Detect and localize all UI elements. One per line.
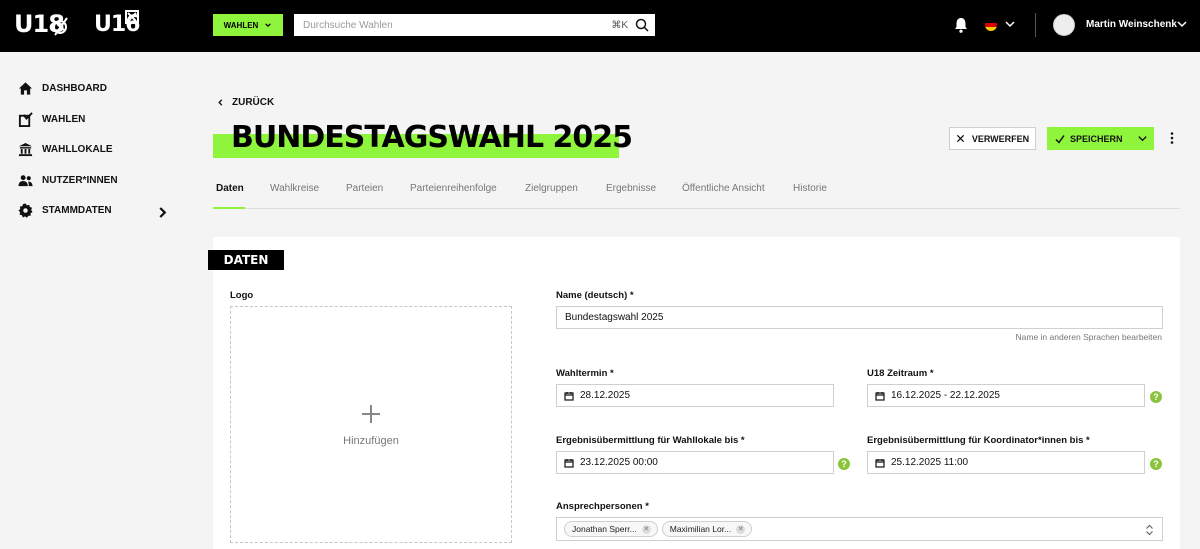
save-button-group: SPEICHERN (1047, 127, 1154, 150)
sidebar-item-label: NUTZER*INNEN (42, 174, 118, 186)
elections-dropdown-button[interactable]: WAHLEN (213, 14, 283, 36)
tab-zielgruppen[interactable]: Zielgruppen (525, 183, 578, 194)
tab-parteienreihenfolge[interactable]: Parteienreihenfolge (410, 183, 497, 194)
name-input[interactable] (556, 306, 1163, 329)
remove-chip-icon[interactable]: ✕ (736, 524, 746, 534)
logo-label: Logo (230, 290, 254, 301)
bell-icon[interactable] (953, 16, 969, 34)
flag-de-icon[interactable] (985, 19, 997, 31)
name-label: Name (deutsch) * (556, 290, 634, 301)
result-polling-station-value: 23.12.2025 00:00 (580, 457, 658, 468)
chevron-down-icon[interactable] (1004, 18, 1016, 30)
result-coordinator-input[interactable]: 25.12.2025 11:00 (867, 451, 1145, 474)
contacts-label: Ansprechpersonen * (556, 501, 649, 512)
chevron-updown-icon[interactable] (1145, 524, 1154, 536)
u18-logo[interactable]: U18 (14, 10, 68, 38)
section-title: DATEN (208, 250, 284, 270)
tab-daten[interactable]: Daten (216, 183, 244, 194)
tab-ergebnisse[interactable]: Ergebnisse (606, 183, 656, 194)
more-options-icon[interactable] (1166, 131, 1178, 145)
sidebar-item-label: DASHBOARD (42, 82, 107, 94)
u18-period-value: 16.12.2025 - 22.12.2025 (891, 390, 1000, 401)
result-polling-station-label: Ergebnisübermittlung für Wahllokale bis … (556, 435, 745, 446)
save-options-button[interactable] (1130, 127, 1154, 150)
search-icon[interactable] (634, 17, 650, 33)
save-button[interactable]: SPEICHERN (1047, 127, 1130, 150)
home-icon (18, 81, 33, 95)
contact-chip: Maximilian Lor... ✕ (661, 521, 753, 537)
tab-historie[interactable]: Historie (793, 183, 827, 194)
page-title-wrap: BUNDESTAGSWAHL 2025 (213, 120, 633, 158)
contact-chip-label: Maximilian Lor... (669, 524, 732, 534)
ballot-box-mini-icon (125, 10, 139, 24)
chevron-right-icon (159, 207, 167, 218)
tab-parteien[interactable]: Parteien (346, 183, 383, 194)
chevron-down-icon (1137, 136, 1147, 142)
sidebar: DASHBOARD WAHLEN WAHLLOKALE NUTZER*INNEN… (0, 52, 190, 549)
result-polling-station-input[interactable]: 23.12.2025 00:00 (556, 451, 834, 474)
active-tab-indicator (213, 207, 245, 209)
ballot-box-icon (18, 111, 33, 127)
logo-upload-dropzone[interactable]: Hinzufügen (230, 306, 512, 543)
plus-icon (362, 404, 380, 423)
chevron-left-icon (218, 99, 223, 106)
back-label: ZURÜCK (232, 97, 275, 108)
contacts-multiselect[interactable]: Jonathan Sperr... ✕ Maximilian Lor... ✕ (556, 517, 1163, 541)
election-date-value: 28.12.2025 (580, 390, 631, 401)
help-icon[interactable]: ? (1150, 458, 1162, 470)
calendar-icon (564, 458, 574, 468)
users-icon (18, 174, 33, 186)
avatar[interactable] (1053, 14, 1075, 36)
search-input[interactable] (294, 14, 612, 36)
calendar-icon (875, 458, 885, 468)
result-coordinator-value: 25.12.2025 11:00 (891, 457, 969, 468)
calendar-icon (564, 391, 574, 401)
remove-chip-icon[interactable]: ✕ (641, 524, 651, 534)
check-icon (1055, 134, 1065, 144)
sidebar-item-wahlen[interactable]: WAHLEN (18, 110, 168, 128)
sidebar-item-label: STAMMDATEN (42, 204, 112, 216)
discard-label: VERWERFEN (971, 133, 1030, 144)
sidebar-item-label: WAHLLOKALE (42, 143, 113, 155)
tab-bar: Daten Wahlkreise Parteien Parteienreihen… (213, 172, 1180, 209)
election-date-label: Wahltermin * (556, 368, 614, 379)
search-shortcut: ⌘K (611, 19, 628, 31)
top-bar: U18 U16 WAHLEN ⌘K Martin Weinschenk (0, 0, 1200, 52)
user-name[interactable]: Martin Weinschenk (1086, 19, 1177, 30)
contact-chip: Jonathan Sperr... ✕ (564, 521, 658, 537)
u18-period-input[interactable]: 16.12.2025 - 22.12.2025 (867, 384, 1145, 407)
sidebar-item-dashboard[interactable]: DASHBOARD (18, 79, 168, 97)
sidebar-item-label: WAHLEN (42, 113, 86, 125)
tab-oeffentliche-ansicht[interactable]: Öffentliche Ansicht (682, 183, 765, 194)
chevron-down-icon[interactable] (1176, 18, 1188, 30)
election-date-input[interactable]: 28.12.2025 (556, 384, 834, 407)
building-icon (18, 142, 33, 156)
topbar-divider (1035, 13, 1036, 37)
close-icon (956, 134, 964, 143)
search-bar: ⌘K (294, 14, 655, 36)
page-title: BUNDESTAGSWAHL 2025 (231, 120, 633, 155)
gear-icon (18, 202, 33, 218)
help-icon[interactable]: ? (1150, 391, 1162, 403)
translations-link[interactable]: Name in anderen Sprachen bearbeiten (980, 332, 1163, 342)
tab-wahlkreise[interactable]: Wahlkreise (270, 183, 319, 194)
contact-chip-label: Jonathan Sperr... (572, 524, 637, 534)
result-coordinator-label: Ergebnisübermittlung für Koordinator*inn… (867, 435, 1090, 446)
discard-button[interactable]: VERWERFEN (949, 127, 1036, 150)
sidebar-item-wahllokale[interactable]: WAHLLOKALE (18, 140, 168, 158)
u16-logo[interactable]: U16 (94, 10, 140, 37)
ballot-cross-icon (53, 17, 68, 36)
u18-period-label: U18 Zeitraum * (867, 368, 934, 379)
sidebar-item-stammdaten[interactable]: STAMMDATEN (18, 201, 168, 219)
calendar-icon (875, 391, 885, 401)
help-icon[interactable]: ? (838, 458, 850, 470)
sidebar-item-nutzer[interactable]: NUTZER*INNEN (18, 171, 168, 189)
save-label: SPEICHERN (1070, 133, 1123, 144)
back-link[interactable]: ZURÜCK (216, 97, 274, 108)
elections-dropdown-label: WAHLEN (223, 20, 259, 30)
chevron-down-icon (265, 23, 272, 28)
logo-add-label: Hinzufügen (343, 434, 399, 447)
